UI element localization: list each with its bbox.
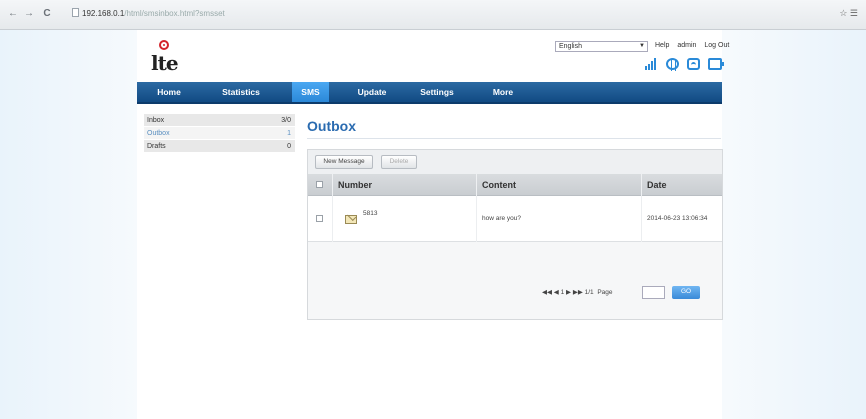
pager-nav-text[interactable]: ◀◀ ◀ 1 ▶ ▶▶ 1/1 (542, 289, 594, 296)
sidebar-item-label: Inbox (147, 117, 165, 124)
sidebar-item-outbox[interactable]: Outbox 1 (144, 127, 295, 140)
logo-text: lte (151, 51, 179, 75)
column-header-date[interactable]: Date (641, 174, 722, 196)
page-label: Page (597, 289, 613, 296)
select-all-checkbox[interactable] (316, 181, 323, 188)
sms-sidebar: Inbox 3/0 Outbox 1 Drafts 0 (144, 114, 295, 153)
wifi-icon (687, 58, 700, 70)
sidebar-item-count: 0 (287, 143, 291, 150)
nav-settings[interactable]: Settings (415, 82, 459, 102)
page-number-input[interactable] (642, 286, 665, 299)
page-title: Outbox (307, 118, 356, 134)
sidebar-item-drafts[interactable]: Drafts 0 (144, 140, 295, 153)
sidebar-item-label: Outbox (147, 130, 170, 137)
message-number: 5813 (363, 210, 378, 217)
back-button[interactable]: ← (8, 9, 18, 19)
nav-statistics[interactable]: Statistics (215, 82, 267, 102)
go-button[interactable]: GO (672, 286, 700, 299)
logout-link[interactable]: Log Out (704, 42, 729, 49)
battery-icon (708, 58, 724, 70)
browser-toolbar: ← → C 192.168.0.1/html/smsinbox.html?sms… (0, 0, 866, 30)
row-select-cell (308, 196, 332, 242)
address-bar[interactable]: 192.168.0.1/html/smsinbox.html?smsset (72, 7, 292, 21)
nav-home[interactable]: Home (149, 82, 189, 102)
message-content: how are you? (476, 196, 641, 242)
chevron-down-icon: ▼ (639, 43, 645, 49)
signal-icon (645, 58, 658, 70)
column-header-number[interactable]: Number (332, 174, 476, 196)
title-divider (307, 138, 721, 139)
select-all-cell (308, 174, 332, 196)
message-date: 2014-06-23 13:06:34 (641, 196, 722, 242)
language-select[interactable]: English ▼ (555, 41, 648, 52)
logo: lte (147, 40, 181, 75)
pagination: ◀◀ ◀ 1 ▶ ▶▶ 1/1 Page GO (308, 282, 722, 306)
help-link[interactable]: Help (655, 42, 669, 49)
page-icon (72, 8, 79, 17)
mail-icon (345, 215, 357, 224)
table-header: Number Content Date (308, 174, 722, 196)
url-host: 192.168.0.1 (82, 9, 125, 18)
message-grid: New Message Delete Number Content Date 5… (307, 149, 723, 320)
logo-mark-icon (159, 40, 169, 50)
globe-icon (666, 58, 679, 71)
router-admin-page: lte English ▼ Help admin Log Out Home St… (137, 30, 729, 419)
nav-sms[interactable]: SMS (292, 82, 329, 102)
pager-controls[interactable]: ◀◀ ◀ 1 ▶ ▶▶ 1/1 Page (542, 288, 613, 296)
nav-update[interactable]: Update (351, 82, 393, 102)
grid-toolbar: New Message Delete (308, 150, 722, 174)
nav-more[interactable]: More (487, 82, 519, 102)
user-name: admin (677, 42, 697, 49)
browser-menu-icons[interactable]: ☆ ☰ (839, 8, 858, 19)
new-message-button[interactable]: New Message (315, 155, 373, 169)
row-checkbox[interactable] (316, 215, 323, 222)
sidebar-item-count: 3/0 (281, 117, 291, 124)
reload-button[interactable]: C (42, 9, 52, 19)
main-nav: Home Statistics SMS Update Settings More (137, 82, 722, 104)
delete-button[interactable]: Delete (381, 155, 417, 169)
number-cell: 5813 (332, 196, 476, 242)
forward-button[interactable]: → (24, 9, 34, 19)
url-path: /html/smsinbox.html?smsset (124, 9, 225, 18)
sidebar-item-label: Drafts (147, 143, 166, 150)
column-header-content[interactable]: Content (476, 174, 641, 196)
language-value: English (559, 43, 582, 50)
status-icons (645, 57, 724, 71)
top-links: Help admin Log Out (655, 42, 735, 49)
sidebar-item-count: 1 (287, 130, 291, 137)
sidebar-item-inbox[interactable]: Inbox 3/0 (144, 114, 295, 127)
table-row[interactable]: 5813 how are you? 2014-06-23 13:06:34 (308, 196, 722, 242)
